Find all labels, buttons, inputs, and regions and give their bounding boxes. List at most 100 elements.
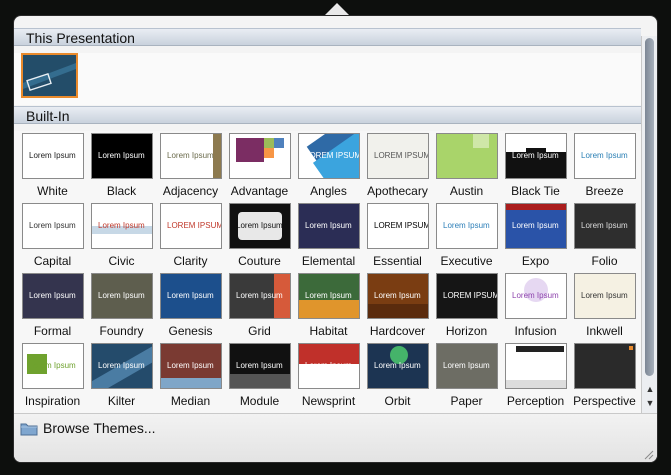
theme-folio[interactable]: Lorem Ipsum Folio <box>570 203 639 271</box>
thumbnail-sample-text: Lorem Ipsum <box>236 291 283 300</box>
thumbnail-sample-text: LOREM IPSUM <box>374 221 429 230</box>
thumbnail-sample-text: LOREM IPSUM <box>443 291 498 300</box>
theme-thumbnail[interactable]: Lorem Ipsum <box>22 343 84 389</box>
theme-perception[interactable]: Perception <box>501 343 570 411</box>
section-header-built-in: Built-In <box>14 106 641 124</box>
theme-expo[interactable]: Lorem Ipsum Expo <box>501 203 570 271</box>
folder-icon <box>20 421 38 436</box>
thumbnail-sample-text: Lorem Ipsum <box>29 361 76 370</box>
theme-couture[interactable]: Lorem Ipsum Couture <box>225 203 294 271</box>
theme-thumbnail[interactable]: Lorem Ipsum <box>574 203 636 249</box>
theme-thumbnail[interactable]: Lorem Ipsum <box>367 273 429 319</box>
theme-thumbnail[interactable]: Lorem Ipsum <box>574 273 636 319</box>
theme-thumbnail[interactable]: Lorem Ipsum <box>298 273 360 319</box>
theme-thumbnail[interactable]: Lorem Ipsum <box>229 203 291 249</box>
theme-thumbnail[interactable]: Lorem Ipsum <box>91 133 153 179</box>
theme-adjacency[interactable]: Lorem Ipsum Adjacency <box>156 133 225 201</box>
theme-thumbnail[interactable]: Lorem Ipsum <box>505 273 567 319</box>
scroll-up-icon[interactable]: ▲ <box>642 382 657 396</box>
theme-angles[interactable]: LOREM IPSUM Angles <box>294 133 363 201</box>
theme-thumbnail[interactable]: Lorem Ipsum <box>505 203 567 249</box>
theme-thumbnail[interactable]: LOREM IPSUM <box>160 203 222 249</box>
theme-thumbnail[interactable]: Lorem Ipsum <box>160 343 222 389</box>
theme-essential[interactable]: LOREM IPSUM Essential <box>363 203 432 271</box>
theme-perspective[interactable]: Perspective <box>570 343 639 411</box>
theme-thumbnail[interactable]: Lorem Ipsum <box>22 203 84 249</box>
theme-thumbnail[interactable]: Lorem Ipsum <box>91 203 153 249</box>
theme-thumbnail[interactable]: Lorem Ipsum <box>367 343 429 389</box>
theme-clarity[interactable]: LOREM IPSUM Clarity <box>156 203 225 271</box>
theme-breeze[interactable]: Lorem Ipsum Breeze <box>570 133 639 201</box>
theme-thumbnail[interactable]: Lorem Ipsum <box>574 133 636 179</box>
thumbnail-sample-text: Lorem Ipsum <box>581 291 628 300</box>
scrollbar-thumb[interactable] <box>645 38 654 376</box>
current-theme-thumbnail[interactable] <box>21 53 78 98</box>
theme-thumbnail[interactable]: LOREM IPSUM <box>367 203 429 249</box>
theme-elemental[interactable]: Lorem Ipsum Elemental <box>294 203 363 271</box>
thumbnail-sample-text: LOREM IPSUM <box>305 151 360 160</box>
theme-horizon[interactable]: LOREM IPSUM Horizon <box>432 273 501 341</box>
thumbnail-sample-text: Lorem Ipsum <box>98 291 145 300</box>
theme-thumbnail[interactable] <box>229 133 291 179</box>
theme-apothecary[interactable]: LOREM IPSUM Apothecary <box>363 133 432 201</box>
theme-executive[interactable]: Lorem Ipsum Executive <box>432 203 501 271</box>
theme-advantage[interactable]: Advantage <box>225 133 294 201</box>
gallery-footer: Browse Themes... <box>14 413 657 462</box>
theme-white[interactable]: Lorem Ipsum White <box>18 133 87 201</box>
theme-thumbnail[interactable]: Lorem Ipsum <box>298 203 360 249</box>
theme-grid[interactable]: Lorem Ipsum Grid <box>225 273 294 341</box>
theme-genesis[interactable]: Lorem Ipsum Genesis <box>156 273 225 341</box>
theme-black-tie[interactable]: Lorem Ipsum Black Tie <box>501 133 570 201</box>
browse-themes-button[interactable]: Browse Themes... <box>20 417 156 439</box>
vertical-scrollbar[interactable]: ▲ ▼ <box>641 36 657 414</box>
theme-inkwell[interactable]: Lorem Ipsum Inkwell <box>570 273 639 341</box>
theme-thumbnail[interactable]: Lorem Ipsum <box>22 273 84 319</box>
theme-black[interactable]: Lorem Ipsum Black <box>87 133 156 201</box>
resize-grip-icon[interactable] <box>644 450 654 460</box>
theme-thumbnail[interactable] <box>436 133 498 179</box>
theme-inspiration[interactable]: Lorem Ipsum Inspiration <box>18 343 87 411</box>
thumbnail-sample-text: Lorem Ipsum <box>512 151 559 160</box>
thumbnail-sample-text: Lorem Ipsum <box>305 361 352 370</box>
theme-module[interactable]: Lorem Ipsum Module <box>225 343 294 411</box>
theme-thumbnail[interactable]: Lorem Ipsum <box>160 133 222 179</box>
thumbnail-sample-text: Lorem Ipsum <box>29 291 76 300</box>
theme-thumbnail[interactable]: Lorem Ipsum <box>298 343 360 389</box>
theme-thumbnail[interactable]: LOREM IPSUM <box>367 133 429 179</box>
theme-label: Perspective <box>573 394 636 408</box>
theme-paper[interactable]: Lorem Ipsum Paper <box>432 343 501 411</box>
theme-hardcover[interactable]: Lorem Ipsum Hardcover <box>363 273 432 341</box>
theme-thumbnail[interactable] <box>505 343 567 389</box>
popover-caret <box>323 3 351 17</box>
theme-austin[interactable]: Austin <box>432 133 501 201</box>
theme-thumbnail[interactable]: Lorem Ipsum <box>436 343 498 389</box>
theme-thumbnail[interactable]: LOREM IPSUM <box>436 273 498 319</box>
theme-thumbnail[interactable]: Lorem Ipsum <box>91 343 153 389</box>
theme-thumbnail[interactable]: Lorem Ipsum <box>160 273 222 319</box>
theme-thumbnail[interactable]: Lorem Ipsum <box>91 273 153 319</box>
theme-thumbnail[interactable]: Lorem Ipsum <box>22 133 84 179</box>
browse-themes-label: Browse Themes... <box>43 420 156 436</box>
theme-thumbnail[interactable]: LOREM IPSUM <box>298 133 360 179</box>
thumbnail-sample-text: Lorem Ipsum <box>236 221 283 230</box>
theme-civic[interactable]: Lorem Ipsum Civic <box>87 203 156 271</box>
theme-thumbnail[interactable]: Lorem Ipsum <box>229 343 291 389</box>
scroll-down-icon[interactable]: ▼ <box>642 396 657 410</box>
theme-infusion[interactable]: Lorem Ipsum Infusion <box>501 273 570 341</box>
theme-newsprint[interactable]: Lorem Ipsum Newsprint <box>294 343 363 411</box>
theme-capital[interactable]: Lorem Ipsum Capital <box>18 203 87 271</box>
theme-thumbnail[interactable]: Lorem Ipsum <box>436 203 498 249</box>
thumbnail-sample-text: Lorem Ipsum <box>512 221 559 230</box>
theme-label: Folio <box>591 254 618 268</box>
theme-foundry[interactable]: Lorem Ipsum Foundry <box>87 273 156 341</box>
theme-formal[interactable]: Lorem Ipsum Formal <box>18 273 87 341</box>
theme-orbit[interactable]: Lorem Ipsum Orbit <box>363 343 432 411</box>
thumbnail-sample-text: Lorem Ipsum <box>29 151 76 160</box>
theme-habitat[interactable]: Lorem Ipsum Habitat <box>294 273 363 341</box>
theme-thumbnail[interactable]: Lorem Ipsum <box>229 273 291 319</box>
theme-thumbnail[interactable] <box>574 343 636 389</box>
thumbnail-sample-text: Lorem Ipsum <box>167 151 214 160</box>
theme-kilter[interactable]: Lorem Ipsum Kilter <box>87 343 156 411</box>
theme-median[interactable]: Lorem Ipsum Median <box>156 343 225 411</box>
theme-thumbnail[interactable]: Lorem Ipsum <box>505 133 567 179</box>
